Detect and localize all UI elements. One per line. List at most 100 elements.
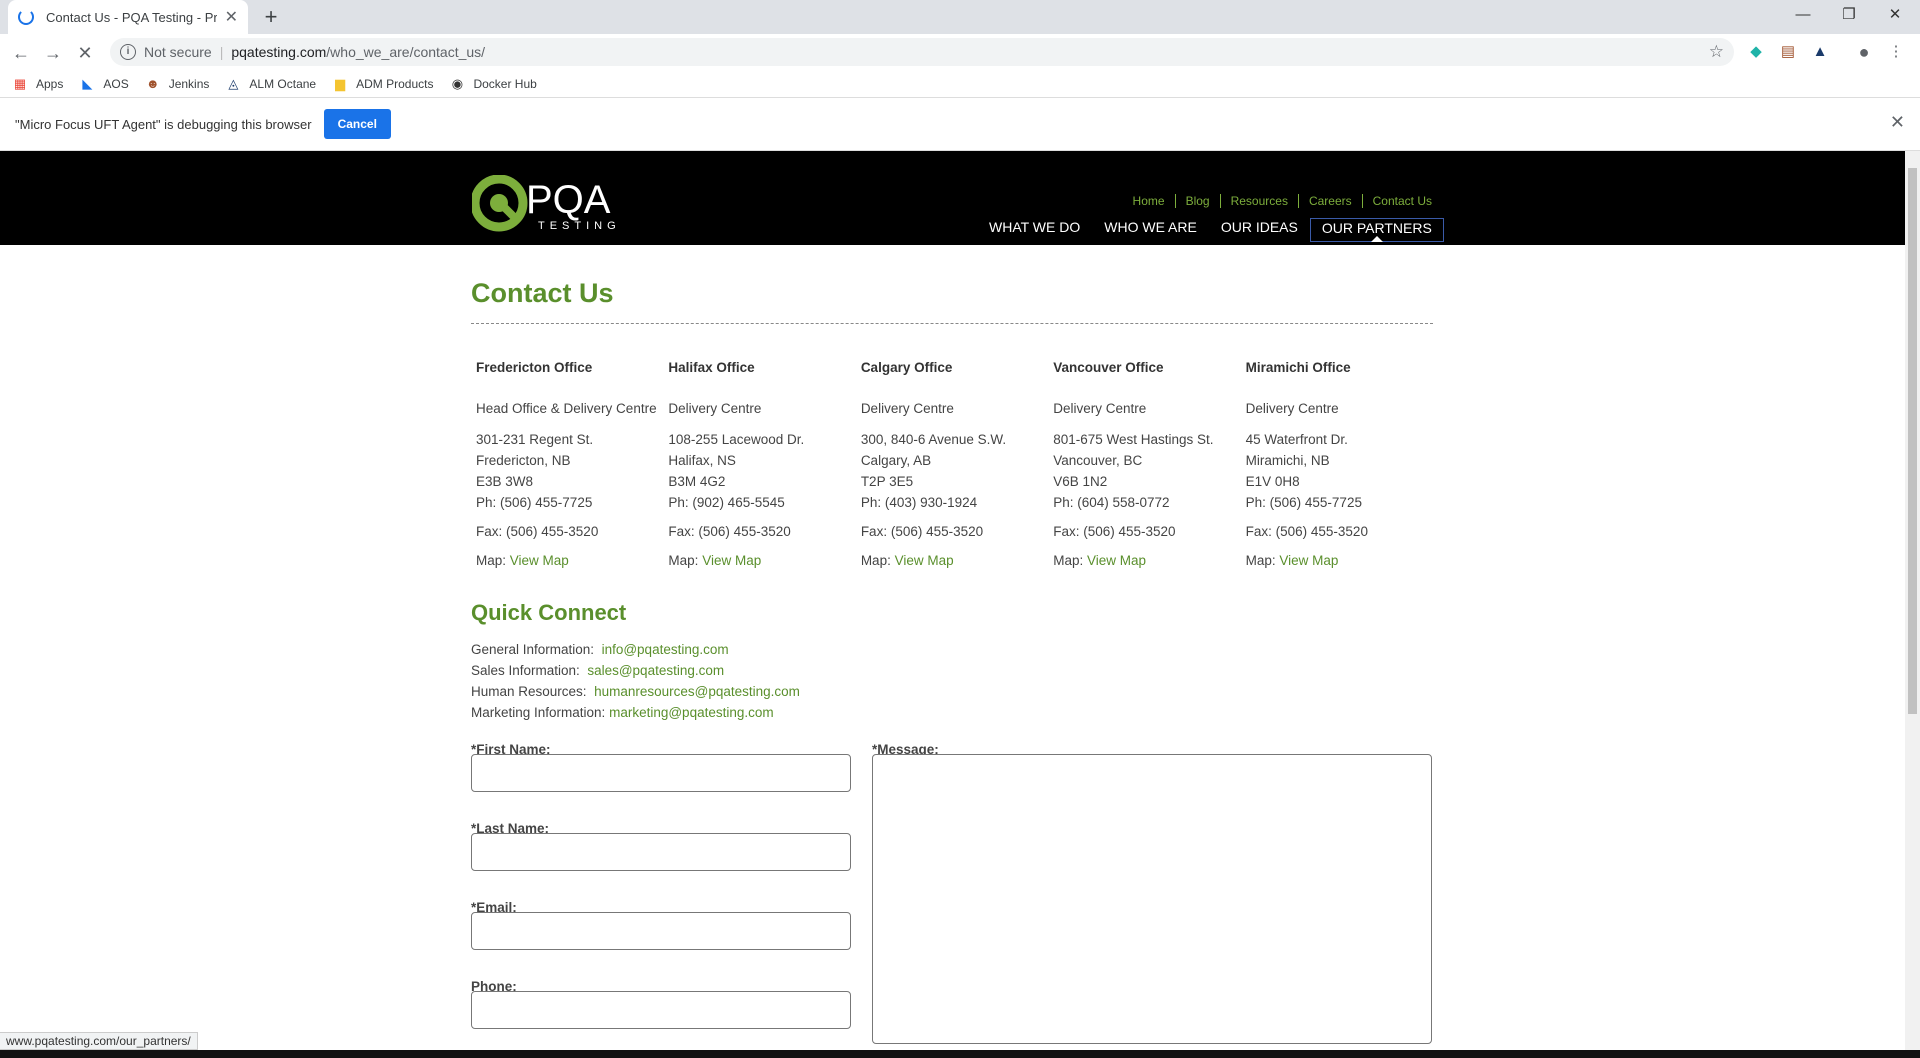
address-line: B3M 4G2 [668,474,726,489]
page-title: Contact Us [471,278,614,308]
address-line: 801-675 West Hastings St. [1053,432,1214,447]
office-phone: Ph: (604) 558-0772 [1053,495,1170,510]
view-map-link[interactable]: View Map [895,553,954,568]
apps-grid-icon: ▦ [13,75,27,91]
office-address: 301-231 Regent St. Fredericton, NB E3B 3W8 [476,429,663,495]
map-label: Map: [668,553,699,568]
quick-connect-item: Marketing Information: marketing@pqatest… [471,702,1433,723]
office-phone: Ph: (902) 465-5545 [668,495,785,510]
bookmark-star-icon[interactable]: ☆ [1709,42,1724,62]
util-nav-resources[interactable]: Resources [1219,194,1298,208]
jenkins-icon: ☻ [145,75,160,91]
nav-what-we-do[interactable]: WHAT WE DO [977,219,1092,243]
address-line: Halifax, NS [668,453,736,468]
office-address: 45 Waterfront Dr. Miramichi, NB E1V 0H8 [1246,429,1433,495]
page-viewport: PQA TESTING Home Blog Resources Careers … [0,151,1905,1058]
nav-our-ideas[interactable]: OUR IDEAS [1209,219,1310,243]
new-tab-icon[interactable]: + [258,4,284,30]
qc-email-link[interactable]: humanresources@pqatesting.com [594,684,800,699]
qc-email-link[interactable]: marketing@pqatesting.com [609,705,774,720]
office-map: Map: View Map [476,553,663,582]
docker-icon: ◉ [451,75,464,91]
forward-icon[interactable]: → [40,40,66,66]
office-map: Map: View Map [1246,553,1433,582]
infobar-close-icon[interactable]: ✕ [1890,112,1905,133]
qc-email-link[interactable]: info@pqatesting.com [602,642,729,657]
nav-who-we-are[interactable]: WHO WE ARE [1092,219,1209,243]
address-line: T2P 3E5 [860,474,914,489]
first-name-input[interactable] [471,754,851,792]
address-line: E3B 3W8 [476,474,534,489]
url-host: pqatesting.com [231,44,327,60]
page-scrollbar[interactable] [1905,151,1920,1058]
qc-email-link[interactable]: sales@pqatesting.com [587,663,724,678]
office-type: Delivery Centre [1245,401,1339,416]
last-name-input[interactable] [471,833,851,871]
stop-icon[interactable]: ✕ [72,40,98,66]
office-fax: Fax: (506) 455-3520 [1245,524,1368,539]
info-icon[interactable]: i [120,44,136,60]
back-icon[interactable]: ← [8,40,34,66]
address-line: 45 Waterfront Dr. [1245,432,1348,447]
office-fax: Fax: (506) 455-3520 [476,524,599,539]
map-label: Map: [1245,553,1276,568]
office-fax: Fax: (506) 455-3520 [860,524,984,539]
bookmark-adm-products[interactable]: ▆ ADM Products [332,76,433,92]
util-nav-home[interactable]: Home [1123,194,1175,208]
utility-nav: Home Blog Resources Careers Contact Us [1123,194,1442,208]
title-divider [471,323,1433,324]
restore-icon[interactable]: ❐ [1826,0,1872,30]
office-type: Delivery Centre [1053,401,1147,416]
pqa-logo-icon[interactable]: PQA TESTING [472,175,644,233]
util-nav-careers[interactable]: Careers [1297,194,1362,208]
browser-tab[interactable]: Contact Us - PQA Testing - Profe ✕ [8,0,248,34]
tab-close-icon[interactable]: ✕ [225,7,238,27]
bookmark-label: ADM Products [356,76,434,91]
profile-icon[interactable]: ● [1854,42,1874,62]
cancel-button[interactable]: Cancel [323,109,391,139]
site-header: PQA TESTING Home Blog Resources Careers … [0,151,1905,245]
address-line: Vancouver, BC [1053,453,1143,468]
office-fax: Fax: (506) 455-3520 [668,524,791,539]
pdf-extension-icon[interactable]: ▤ [1778,42,1798,62]
bookmark-apps[interactable]: ▦ Apps [12,75,64,92]
bookmark-label: AOS [103,76,129,91]
address-bar[interactable]: i Not secure | pqatesting.com/who_we_are… [110,38,1734,66]
office-type: Delivery Centre [668,401,762,416]
util-nav-contact[interactable]: Contact Us [1361,194,1442,208]
view-map-link[interactable]: View Map [702,553,761,568]
view-map-link[interactable]: View Map [1087,553,1146,568]
address-line: E1V 0H8 [1245,474,1300,489]
address-line: 300, 840-6 Avenue S.W. [860,432,1007,447]
address-line: 301-231 Regent St. [476,432,594,447]
address-line: V6B 1N2 [1053,474,1108,489]
nav-our-partners[interactable]: OUR PARTNERS [1309,218,1444,242]
office-halifax: Halifax Office Delivery Centre 108-255 L… [663,360,855,582]
drive-extension-icon[interactable]: ▲ [1810,42,1830,62]
window-close-icon[interactable]: ✕ [1872,0,1918,30]
bookmark-jenkins[interactable]: ☻ Jenkins [145,76,210,92]
bookmark-alm-octane[interactable]: ◬ ALM Octane [225,76,316,92]
util-nav-blog[interactable]: Blog [1174,194,1220,208]
logo-subtext: TESTING [538,220,621,232]
view-map-link[interactable]: View Map [1279,553,1338,568]
office-miramichi: Miramichi Office Delivery Centre 45 Wate… [1241,360,1433,582]
office-fredericton: Fredericton Office Head Office & Deliver… [471,360,663,582]
minimize-icon[interactable]: — [1780,0,1826,30]
message-textarea[interactable] [872,754,1432,1044]
debug-infobar: "Micro Focus UFT Agent" is debugging thi… [0,98,1920,151]
office-name: Miramichi Office [1245,360,1351,375]
extension-icon[interactable]: ◆ [1746,42,1766,62]
bookmark-label: Jenkins [168,76,210,91]
bookmark-aos[interactable]: ◣ AOS [79,76,128,92]
url-path: /who_we_are/contact_us/ [326,44,486,60]
contact-form: *First Name: *Last Name: *Email: Phone: … [471,742,1433,1044]
phone-input[interactable] [471,991,851,1029]
bookmark-docker-hub[interactable]: ◉ Docker Hub [449,75,537,92]
scrollbar-thumb[interactable] [1908,168,1917,714]
office-address: 801-675 West Hastings St. Vancouver, BC V6… [1053,429,1240,495]
security-label: Not secure [144,44,212,60]
email-input[interactable] [471,912,851,950]
view-map-link[interactable]: View Map [510,553,569,568]
menu-icon[interactable]: ⋮ [1886,42,1906,62]
